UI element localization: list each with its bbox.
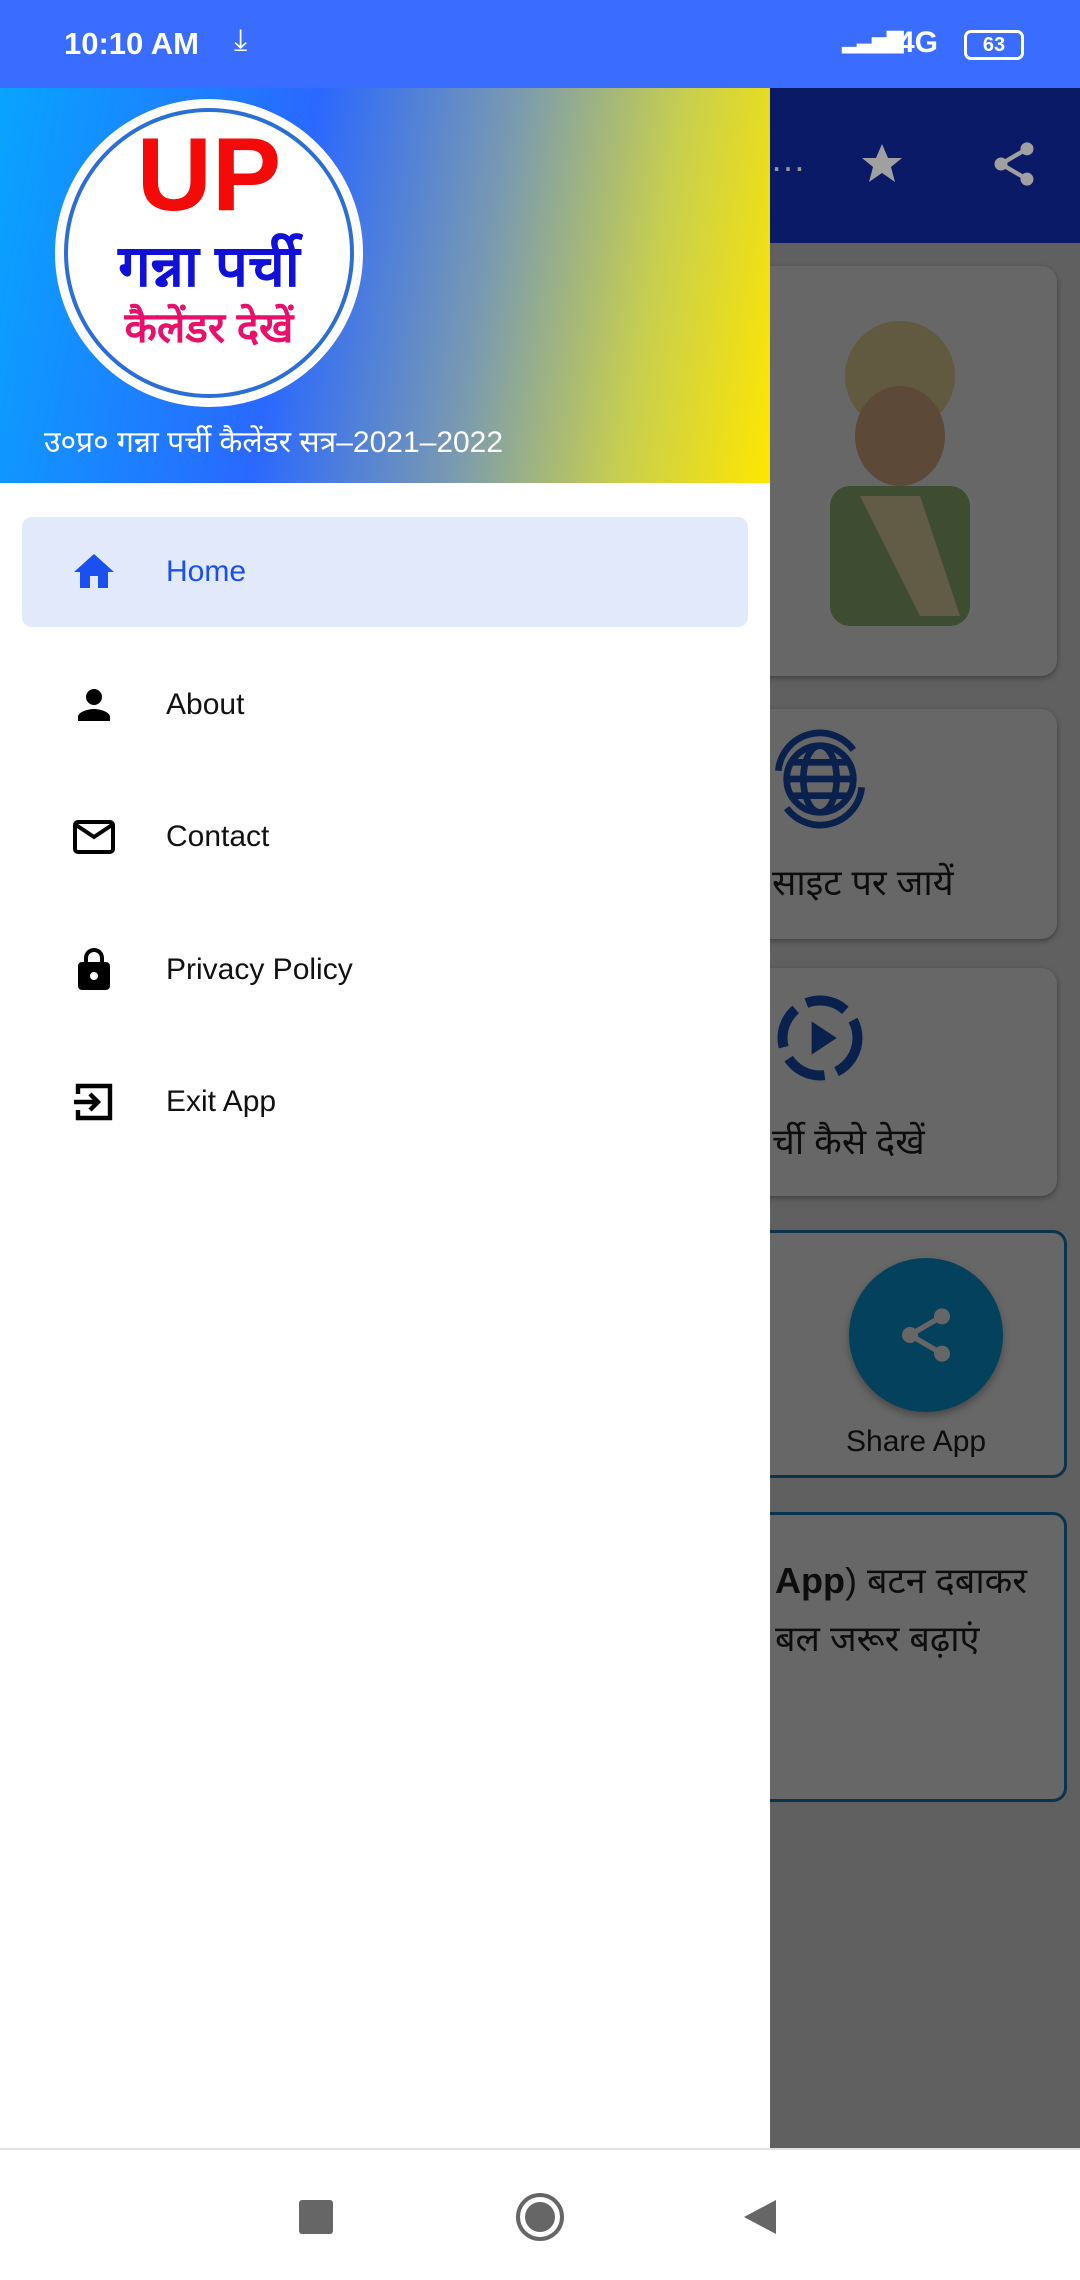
app-bar: …: [770, 88, 1080, 243]
website-card[interactable]: साइट पर जायें: [770, 709, 1057, 939]
drawer-item-label: Exit App: [166, 1085, 277, 1118]
drawer-subtitle: उ०प्र० गन्ना पर्ची कैलेंडर सत्र–2021–202…: [44, 426, 504, 459]
mail-icon: [73, 820, 115, 854]
status-time: 10:10 AM: [64, 26, 199, 61]
more-icon[interactable]: …: [770, 138, 806, 180]
farmer-illustration: [830, 321, 970, 626]
status-bar: 10:10 AM ⤓ ▂▃▅▇ 4G 63: [0, 0, 1080, 88]
person-icon: [78, 689, 110, 721]
logo-up: UP: [136, 117, 282, 233]
drawer-item-home[interactable]: Home: [22, 517, 748, 627]
note-line-2: बल जरूर बढ़ाएं: [775, 1618, 980, 1659]
drawer-header: UP गन्ना पर्ची कैलेंडर देखें उ०प्र० गन्न…: [0, 88, 770, 483]
drawer-item-label: About: [166, 688, 245, 721]
note-line-1: App) बटन दबाकर: [775, 1560, 1028, 1601]
globe-icon: [775, 729, 865, 829]
share-icon: [902, 1308, 950, 1362]
share-icon[interactable]: [988, 138, 1040, 190]
play-icon: [777, 995, 863, 1081]
drawer-item-about[interactable]: About: [22, 650, 748, 760]
app-logo: UP गन्ना पर्ची कैलेंडर देखें: [55, 99, 363, 407]
howto-card[interactable]: र्ची कैसे देखें: [770, 968, 1057, 1196]
drawer-item-label: Contact: [166, 820, 270, 853]
recents-button[interactable]: [299, 2200, 333, 2234]
share-app-label: Share App: [846, 1425, 987, 1458]
share-card[interactable]: Share App: [770, 1230, 1067, 1478]
home-icon: [74, 554, 114, 588]
exit-icon: [74, 1083, 113, 1121]
share-app-button[interactable]: [849, 1258, 1003, 1412]
note-card: App) बटन दबाकर बल जरूर बढ़ाएं: [770, 1512, 1067, 1802]
logo-line-3: कैलेंडर देखें: [124, 304, 294, 351]
drawer-item-label: Privacy Policy: [166, 953, 353, 986]
scrim-overlay[interactable]: … साइट पर जायें र्ची कैसे देखें Share Ap…: [770, 88, 1080, 2148]
drawer-item-privacy-policy[interactable]: Privacy Policy: [22, 915, 748, 1025]
star-icon[interactable]: [858, 140, 906, 188]
battery-icon: 63: [964, 30, 1024, 60]
home-button[interactable]: [516, 2193, 564, 2241]
howto-label: र्ची कैसे देखें: [772, 1121, 925, 1162]
lock-icon: [78, 948, 110, 990]
download-icon: ⤓: [234, 24, 248, 57]
signal-icon: ▂▃▅▇: [842, 28, 904, 53]
drawer-item-exit-app[interactable]: Exit App: [22, 1047, 748, 1157]
drawer-item-contact[interactable]: Contact: [22, 782, 748, 892]
farmer-card[interactable]: [770, 266, 1057, 676]
logo-line-2: गन्ना पर्ची: [118, 234, 300, 299]
navigation-drawer: UP गन्ना पर्ची कैलेंडर देखें उ०प्र० गन्न…: [0, 88, 770, 2148]
back-button[interactable]: [742, 2198, 778, 2236]
drawer-item-label: Home: [166, 555, 247, 588]
network-type: 4G: [898, 26, 939, 59]
system-nav-bar: [0, 2148, 1080, 2280]
website-label: साइट पर जायें: [772, 862, 954, 903]
